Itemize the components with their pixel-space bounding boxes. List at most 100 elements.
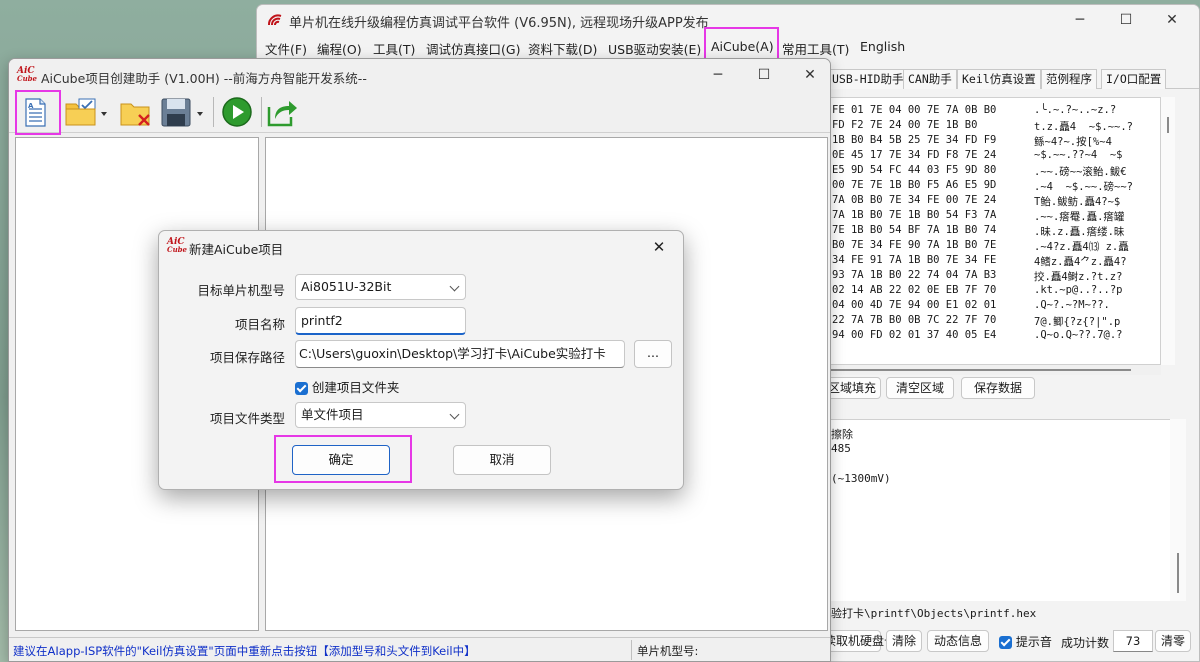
hex-vertical-scrollbar[interactable] [1161, 97, 1175, 365]
file-type-label: 项目文件类型 [209, 411, 285, 426]
maximize-button[interactable]: ☐ [1103, 5, 1149, 35]
project-name-input[interactable]: printf2 [295, 307, 466, 335]
open-folder-icon [65, 98, 107, 126]
hex-row: 7E 1B B0 54 BF 7A 1B B0 74 [832, 224, 997, 236]
app-signal-icon [268, 14, 282, 26]
close-button[interactable]: ✕ [1149, 5, 1195, 35]
ascii-row: .~~.磅~~滚鲐.鲅€ [1034, 166, 1127, 178]
hex-row: 7A 1B B0 7E 1B B0 54 F3 7A [832, 209, 997, 221]
aicube-window-title: AiCube项目创建助手 (V1.00H) --前海方舟智能开发系统-- [41, 71, 367, 86]
menu-tools[interactable]: 工具(T) [373, 39, 415, 58]
scroll-thumb[interactable] [1167, 117, 1169, 133]
tab-io-config[interactable]: I/O口配置 [1101, 69, 1167, 89]
hex-file-path: 验打卡\printf\Objects\printf.hex [831, 607, 1037, 620]
ascii-row: 鲧~4?~.按[%~4 [1034, 136, 1112, 148]
ascii-row: .~4?z.矗4⒀ z.矗 [1034, 241, 1129, 253]
mcu-label: 目标单片机型号 [197, 283, 285, 298]
status-mcu-label: 单片机型号: [637, 644, 699, 658]
hex-row: 04 00 4D 7E 94 00 E1 02 01 [832, 299, 997, 311]
menu-usb-driver[interactable]: USB驱动安装(E) [608, 39, 701, 58]
isp-window-title: 单片机在线升级编程仿真调试平台软件 (V6.95N), 远程现场升级APP发布 [289, 16, 709, 31]
ascii-row: .Q~?.~?M~??. [1034, 299, 1110, 311]
reset-count-button[interactable]: 清零 [1155, 630, 1191, 652]
hex-row: FE 01 7E 04 00 7E 7A 0B B0 [832, 104, 997, 116]
mcu-select[interactable]: Ai8051U-32Bit [295, 274, 466, 300]
build-run-button[interactable] [219, 95, 255, 129]
file-type-select-value: 单文件项目 [301, 407, 364, 422]
save-data-button[interactable]: 保存数据 [961, 377, 1035, 399]
menu-common-tools[interactable]: 常用工具(T) [782, 39, 849, 58]
hex-row: 0E 45 17 7E 34 FD F8 7E 24 [832, 149, 997, 161]
hex-row: 00 7E 7E 1B B0 F5 A6 E5 9D [832, 179, 997, 191]
open-project-button[interactable] [65, 95, 109, 129]
save-path-input[interactable]: C:\Users\guoxin\Desktop\学习打卡\AiCube实验打卡 [295, 340, 625, 368]
dialog-logo-sub: Cube [167, 245, 188, 254]
scroll-thumb[interactable] [831, 369, 1131, 371]
new-button-highlight-box [15, 90, 61, 135]
minimize-button[interactable]: ─ [1057, 5, 1103, 35]
log-line: 擦除 [831, 428, 853, 441]
cancel-button[interactable]: 取消 [453, 445, 551, 475]
menu-file[interactable]: 文件(F) [265, 39, 307, 58]
tab-usb-hid[interactable]: USB-HID助手 [827, 69, 909, 89]
menu-download[interactable]: 资料下载(D) [528, 39, 597, 58]
ascii-row: .~~.瘩罨.矗.瘩罐 [1034, 211, 1125, 223]
tab-can[interactable]: CAN助手 [903, 69, 957, 89]
minimize-button[interactable]: ─ [695, 60, 741, 90]
hex-view[interactable]: FE 01 7E 04 00 7E 7A 0B B0 FD F2 7E 24 0… [827, 97, 1161, 365]
log-vertical-scrollbar[interactable] [1170, 419, 1186, 601]
hex-row: E5 9D 54 FC 44 03 F5 9D 80 [832, 164, 997, 176]
beep-label: 提示音 [1015, 635, 1052, 649]
file-type-select[interactable]: 单文件项目 [295, 402, 466, 428]
aicube-titlebar[interactable]: AiC Cube AiCube项目创建助手 (V1.00H) --前海方舟智能开… [9, 59, 830, 91]
create-folder-check-mark[interactable] [295, 382, 308, 395]
log-output[interactable]: 擦除 485 (~1300mV) [827, 419, 1170, 601]
menu-program[interactable]: 编程(O) [317, 39, 362, 58]
new-project-dialog: AiC Cube 新建AiCube项目 ✕ 目标单片机型号 Ai8051U-32… [158, 230, 684, 490]
hex-row: B0 7E 34 FE 90 7A 1B B0 7E [832, 239, 997, 251]
create-folder-label: 创建项目文件夹 [311, 380, 400, 395]
ok-button-highlight-box [274, 435, 412, 483]
project-name-label: 项目名称 [234, 317, 285, 332]
hex-row: 93 7A 1B B0 22 74 04 7A B3 [832, 269, 997, 281]
ascii-row: .╰.~.?~..~z.? [1034, 104, 1117, 116]
hex-row: FD F2 7E 24 00 7E 1B B0 [832, 119, 978, 131]
save-project-button[interactable] [159, 95, 205, 129]
ascii-row: .Q~o.Q~??.7@.? [1034, 329, 1123, 341]
aicube-toolbar: A [9, 91, 830, 133]
success-count-label: 成功计数 [1061, 636, 1110, 650]
clear-button[interactable]: 清除 [886, 630, 922, 652]
save-path-label: 项目保存路径 [209, 350, 285, 365]
ascii-row: T鲐.鲅鲂.矗4?~$ [1034, 196, 1121, 208]
dialog-close-icon[interactable]: ✕ [639, 232, 679, 262]
read-disk-id-button[interactable]: 读取机硬盘号 [823, 630, 896, 652]
tab-examples[interactable]: 范例程序 [1041, 69, 1097, 89]
scroll-thumb[interactable] [1177, 553, 1179, 593]
beep-check-mark[interactable] [999, 636, 1012, 649]
ascii-row: 7@.鲫{?z{?|".p [1034, 316, 1121, 328]
save-disk-icon [161, 98, 203, 127]
toolbar-separator [213, 97, 214, 127]
dialog-titlebar[interactable]: AiC Cube 新建AiCube项目 ✕ [159, 231, 683, 263]
dynamic-info-button[interactable]: 动态信息 [927, 630, 989, 652]
tab-keil-sim[interactable]: Keil仿真设置 [957, 69, 1041, 89]
fill-area-button[interactable]: 区域填充 [823, 377, 881, 399]
menu-debug-interface[interactable]: 调试仿真接口(G) [426, 39, 520, 58]
hex-row: 7A 0B B0 7E 34 FE 00 7E 24 [832, 194, 997, 206]
close-button[interactable]: ✕ [787, 60, 830, 90]
beep-checkbox[interactable]: 提示音 [999, 633, 1052, 650]
ascii-row: t.z.矗4 ~$.~~.? [1034, 121, 1134, 133]
maximize-button[interactable]: ☐ [741, 60, 787, 90]
ascii-row: 挍.矗4鲥z.?t.z? [1034, 271, 1123, 283]
close-folder-icon [120, 103, 150, 126]
chevron-down-icon [449, 281, 460, 292]
success-count-field[interactable]: 73 [1113, 630, 1153, 652]
create-folder-checkbox[interactable]: 创建项目文件夹 [295, 377, 399, 396]
close-project-button[interactable] [119, 95, 155, 129]
export-button[interactable] [265, 95, 301, 129]
hex-horizontal-scrollbar[interactable] [827, 365, 1161, 375]
menu-english[interactable]: English [860, 39, 905, 54]
clear-area-button[interactable]: 清空区域 [886, 377, 954, 399]
browse-button[interactable]: ... [634, 340, 672, 368]
hex-row: 1B B0 B4 5B 25 7E 34 FD F9 [832, 134, 997, 146]
